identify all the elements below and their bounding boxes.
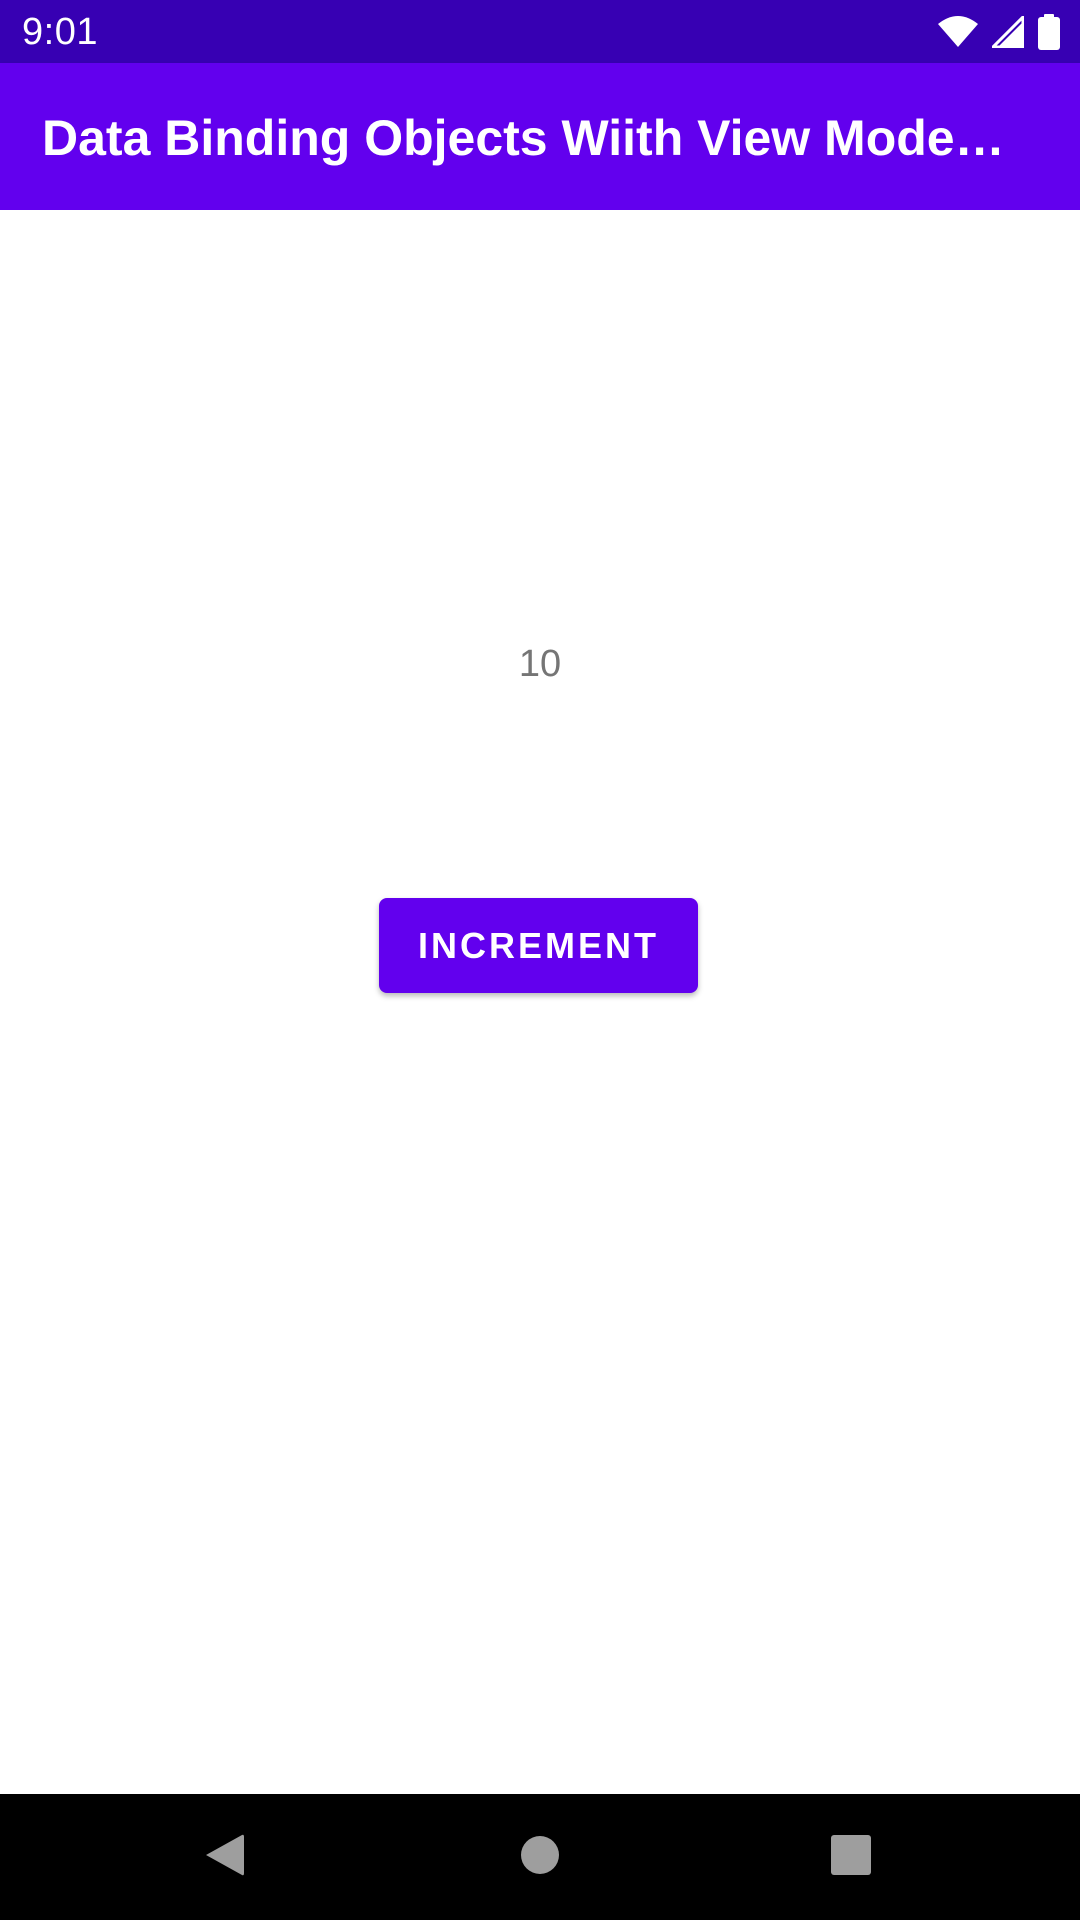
status-bar: 9:01	[0, 0, 1080, 63]
app-bar: Data Binding Objects Wiith View Mode…	[0, 63, 1080, 210]
increment-button[interactable]: INCREMENT	[379, 898, 698, 993]
navigation-bar	[0, 1794, 1080, 1920]
wifi-icon	[938, 16, 978, 48]
recents-icon	[831, 1834, 871, 1880]
battery-icon	[1038, 14, 1060, 50]
home-button[interactable]	[465, 1794, 615, 1920]
main-content: 10 INCREMENT	[0, 210, 1080, 1794]
recents-button[interactable]	[776, 1794, 926, 1920]
status-icons	[938, 12, 1060, 52]
counter-value: 10	[518, 643, 562, 685]
back-icon	[204, 1832, 246, 1883]
status-time: 9:01	[22, 11, 98, 53]
cellular-signal-icon	[992, 16, 1024, 48]
back-button[interactable]	[150, 1794, 300, 1920]
app-title: Data Binding Objects Wiith View Mode…	[42, 110, 1005, 166]
home-icon	[520, 1835, 560, 1880]
